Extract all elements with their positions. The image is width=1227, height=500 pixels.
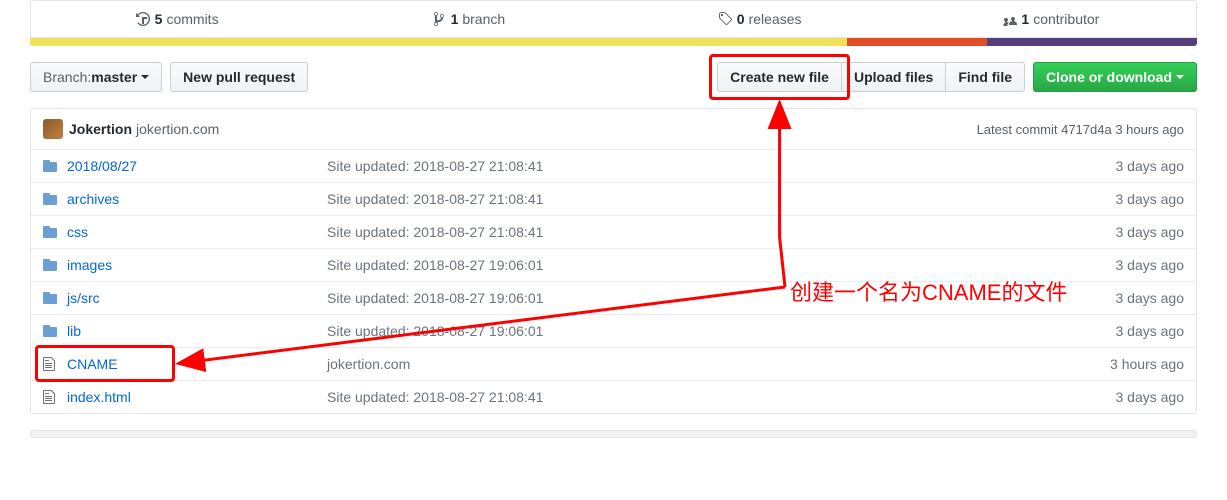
file-icon [43,356,59,372]
language-segment [987,38,1197,46]
file-name-link[interactable]: archives [67,191,327,207]
file-row: index.htmlSite updated: 2018-08-27 21:08… [31,380,1196,413]
upload-files-button[interactable]: Upload files [841,62,946,92]
branch-prefix: Branch: [43,69,91,85]
clone-label: Clone or download [1046,69,1172,85]
stats-branches[interactable]: 1 branch [322,1,613,37]
stats-commits-count: 5 [155,11,163,27]
file-age: 3 days ago [1044,158,1184,174]
file-commit-msg[interactable]: Site updated: 2018-08-27 19:06:01 [327,323,1044,339]
stats-branches-count: 1 [451,11,459,27]
commit-time: 3 hours ago [1112,122,1184,137]
file-age: 3 days ago [1044,323,1184,339]
file-age: 3 days ago [1044,224,1184,240]
file-row: 2018/08/27Site updated: 2018-08-27 21:08… [31,150,1196,182]
tag-icon [717,11,733,27]
caret-down-icon [1176,75,1184,79]
stats-commits[interactable]: 5 commits [31,1,322,37]
file-age: 3 days ago [1044,191,1184,207]
file-name-link[interactable]: lib [67,323,327,339]
folder-icon [43,290,59,306]
file-age: 3 days ago [1044,290,1184,306]
file-commit-msg[interactable]: Site updated: 2018-08-27 21:08:41 [327,191,1044,207]
file-name-link[interactable]: CNAME [67,356,327,372]
clone-download-button[interactable]: Clone or download [1033,62,1197,92]
stats-contributors-count: 1 [1021,11,1029,27]
create-file-button[interactable]: Create new file [717,62,842,92]
file-row: libSite updated: 2018-08-27 19:06:013 da… [31,314,1196,347]
commit-meta-prefix: Latest commit [977,122,1062,137]
file-row: imagesSite updated: 2018-08-27 19:06:013… [31,248,1196,281]
file-commit-msg[interactable]: Site updated: 2018-08-27 21:08:41 [327,389,1044,405]
folder-icon [43,257,59,273]
language-segment [847,38,987,46]
folder-icon [43,323,59,339]
file-toolbar: Branch: master New pull request Create n… [30,62,1197,92]
file-commit-msg[interactable]: Site updated: 2018-08-27 21:08:41 [327,224,1044,240]
file-age: 3 days ago [1044,389,1184,405]
file-name-link[interactable]: js/src [67,290,327,306]
repo-stats-bar: 5 commits 1 branch 0 releases [30,0,1197,38]
file-commit-msg[interactable]: Site updated: 2018-08-27 19:06:01 [327,290,1044,306]
avatar[interactable] [43,119,63,139]
file-actions-group: Create new file Upload files Find file [717,62,1025,92]
file-row: CNAMEjokertion.com3 hours ago [31,347,1196,380]
file-row: cssSite updated: 2018-08-27 21:08:413 da… [31,215,1196,248]
latest-commit-bar: Jokertion jokertion.com Latest commit 47… [30,108,1197,150]
file-age: 3 hours ago [1044,356,1184,372]
branch-icon [431,11,447,27]
stats-contributors[interactable]: 1 contributor [905,1,1196,37]
file-commit-msg[interactable]: Site updated: 2018-08-27 21:08:41 [327,158,1044,174]
commit-message[interactable]: jokertion.com [136,121,219,137]
stats-releases-label: releases [749,11,802,27]
people-icon [1001,11,1017,27]
file-name-link[interactable]: images [67,257,327,273]
history-icon [135,11,151,27]
stats-contributors-label: contributor [1033,11,1099,27]
stats-branches-label: branch [462,11,505,27]
folder-icon [43,224,59,240]
file-list: 2018/08/27Site updated: 2018-08-27 21:08… [30,150,1197,414]
commit-meta: Latest commit 4717d4a 3 hours ago [977,122,1184,137]
file-name-link[interactable]: 2018/08/27 [67,158,327,174]
stats-releases-count: 0 [737,11,745,27]
file-commit-msg[interactable]: jokertion.com [327,356,1044,372]
folder-icon [43,191,59,207]
stats-commits-label: commits [166,11,218,27]
stats-releases[interactable]: 0 releases [614,1,905,37]
commit-author[interactable]: Jokertion [69,121,132,137]
branch-name: master [91,69,137,85]
file-age: 3 days ago [1044,257,1184,273]
language-bar[interactable] [30,38,1197,46]
commit-sha[interactable]: 4717d4a [1061,122,1112,137]
bottom-placeholder [30,430,1197,438]
file-commit-msg[interactable]: Site updated: 2018-08-27 19:06:01 [327,257,1044,273]
language-segment [30,38,847,46]
new-pull-request-button[interactable]: New pull request [170,62,308,92]
file-row: js/srcSite updated: 2018-08-27 19:06:013… [31,281,1196,314]
file-row: archivesSite updated: 2018-08-27 21:08:4… [31,182,1196,215]
caret-down-icon [141,75,149,79]
find-file-button[interactable]: Find file [945,62,1025,92]
file-name-link[interactable]: index.html [67,389,327,405]
file-icon [43,389,59,405]
folder-icon [43,158,59,174]
file-name-link[interactable]: css [67,224,327,240]
branch-select-button[interactable]: Branch: master [30,62,162,92]
